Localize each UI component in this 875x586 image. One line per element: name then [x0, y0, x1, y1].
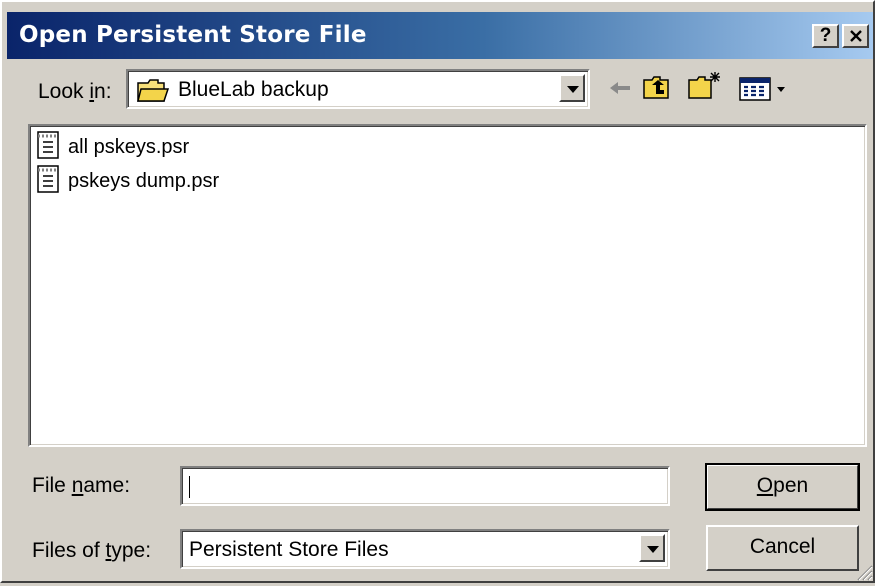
- list-item[interactable]: all pskeys.psr: [36, 130, 190, 165]
- file-name-input[interactable]: [180, 466, 670, 506]
- look-in-label: Look in:: [38, 80, 112, 103]
- text-caret: [189, 476, 190, 498]
- file-type-dropdown[interactable]: Persistent Store Files: [180, 529, 670, 569]
- cancel-button[interactable]: Cancel: [706, 525, 859, 571]
- close-icon: [849, 30, 862, 42]
- title-bar[interactable]: Open Persistent Store File ?: [7, 12, 873, 59]
- file-type-dropdown-button[interactable]: [639, 534, 665, 562]
- up-one-level-icon[interactable]: [642, 74, 672, 105]
- look-in-value: BlueLab backup: [178, 78, 329, 101]
- file-name: pskeys dump.psr: [68, 169, 220, 192]
- file-name-label: File name:: [32, 474, 131, 497]
- help-button[interactable]: ?: [812, 24, 839, 48]
- open-file-dialog: Open Persistent Store File ? Look in: Bl…: [0, 0, 875, 583]
- document-icon: [36, 164, 60, 199]
- view-menu-icon[interactable]: [739, 76, 793, 107]
- file-type-value: Persistent Store Files: [189, 538, 389, 561]
- back-arrow-icon[interactable]: [608, 78, 632, 103]
- file-type-label: Files of type:: [32, 539, 152, 562]
- document-icon: [36, 130, 60, 165]
- file-list[interactable]: all pskeys.psr pskeys dump.psr: [28, 124, 867, 447]
- create-new-folder-icon[interactable]: [687, 70, 723, 105]
- look-in-dropdown-button[interactable]: [559, 74, 585, 102]
- file-name: all pskeys.psr: [68, 135, 190, 158]
- folder-icon: [136, 77, 170, 108]
- open-button[interactable]: Open: [705, 463, 860, 511]
- window-title: Open Persistent Store File: [19, 22, 367, 48]
- look-in-dropdown[interactable]: BlueLab backup: [126, 69, 590, 109]
- close-button[interactable]: [842, 24, 869, 48]
- list-item[interactable]: pskeys dump.psr: [36, 164, 220, 199]
